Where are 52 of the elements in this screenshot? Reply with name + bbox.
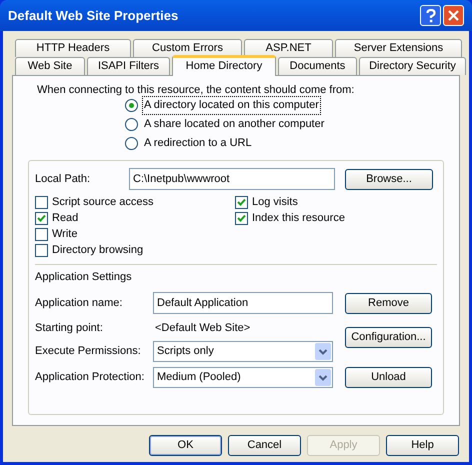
tab[interactable]: Custom Errors [133,39,242,57]
check-icon [37,214,46,222]
checkbox-label: Script source access [52,194,154,210]
checkbox[interactable] [235,212,248,224]
tab[interactable]: ASP.NET [244,39,333,57]
checkbox[interactable] [35,228,48,240]
checkbox[interactable] [35,212,48,224]
unload-button[interactable]: Unload [345,366,432,388]
close-icon[interactable] [443,5,464,26]
tab[interactable]: Directory Security [359,57,466,75]
help-icon[interactable] [420,5,441,26]
tab[interactable]: Web Site [15,57,85,75]
radio-button[interactable] [125,99,138,112]
checkbox-label: Log visits [252,194,298,210]
checkbox[interactable] [35,244,48,256]
window-title: Default Web Site Properties [8,6,178,25]
dialog-button[interactable]: OK [149,435,222,456]
tab[interactable]: ISAPI Filters [87,57,170,75]
field-label: Application name: [35,296,124,311]
section-heading: Application Settings [35,270,133,285]
dialog-button[interactable]: Cancel [228,435,301,456]
radio-label: A redirection to a URL [143,136,253,152]
source-prompt: When connecting to this resource, the content should come from: [36,83,356,96]
radio-label: A directory located on this computer [142,96,321,115]
local-path-label: Local Path: [35,172,92,187]
radio-button[interactable] [125,118,138,131]
checkbox-label: Read [52,210,78,226]
configuration-button[interactable]: Configuration... [345,326,432,348]
checkbox-label: Directory browsing [52,242,144,258]
tab[interactable]: HTTP Headers [15,39,131,57]
browse-button[interactable]: Browse... [345,168,433,190]
dialog-button[interactable]: Help [386,435,459,456]
remove-button[interactable]: Remove [345,292,432,314]
checkbox-label: Write [52,226,78,242]
dropdown[interactable]: Medium (Pooled) [153,366,333,388]
local-path-field[interactable]: C:\Inetpub\wwwroot [129,168,335,190]
tab[interactable]: Home Directory [172,55,276,76]
tab[interactable]: Documents [278,57,357,75]
field-label: Starting point: [35,320,104,336]
radio-label: A share located on another computer [143,117,326,132]
field-label: Execute Permissions: [35,344,142,359]
application-name-field[interactable]: Default Application [153,292,333,314]
dropdown-value: Medium (Pooled) [157,370,241,385]
checkbox[interactable] [235,196,248,208]
checkbox-label: Index this resource [252,210,345,226]
starting-point-value: <Default Web Site> [154,320,252,336]
dropdown-value: Scripts only [157,344,214,359]
radio-button[interactable] [125,137,138,150]
field-label: Application Protection: [35,370,146,385]
tab[interactable]: Server Extensions [335,39,462,57]
dropdown[interactable]: Scripts only [153,340,333,362]
checkbox[interactable] [35,196,48,208]
